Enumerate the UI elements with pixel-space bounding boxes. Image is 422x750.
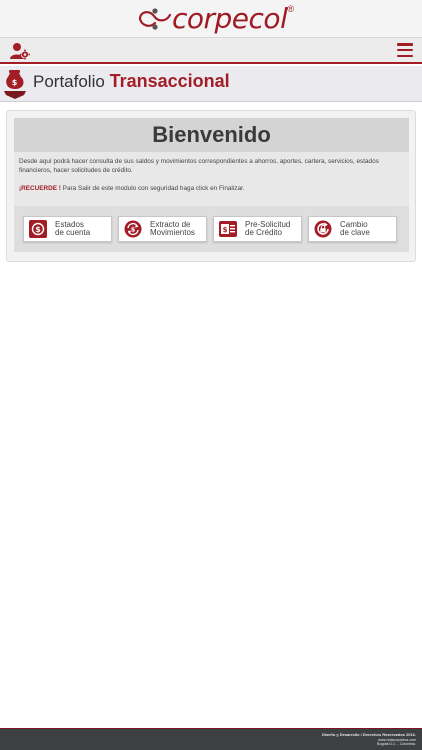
footer-credits: Diseño y Desarrollo / Derechos Reservado… [321, 732, 416, 747]
footer: Diseño y Desarrollo / Derechos Reservado… [0, 728, 422, 750]
estados-label: Estados de cuenta [55, 221, 90, 237]
button-label-line2: de Crédito [245, 228, 282, 237]
recuerde-text: Para Salir de este modulo con seguridad … [60, 185, 245, 192]
svg-text:$: $ [131, 226, 136, 234]
svg-text:$: $ [35, 225, 41, 234]
button-label-line2: Movimientos [150, 228, 195, 237]
svg-text:$: $ [223, 226, 228, 234]
extracto-label: Extracto de Movimientos [150, 221, 195, 237]
page-title: Portafolio Transaccional [33, 71, 230, 92]
registered-mark: ® [287, 4, 294, 14]
action-buttons-row: $ Estados de cuenta $ Extracto de Movimi… [14, 206, 409, 252]
lock-refresh-icon [314, 220, 332, 238]
welcome-header: Bienvenido [14, 118, 409, 152]
money-bag-icon: $ [4, 70, 26, 99]
recuerde-note: ¡RECUERDE ! Para Salir de este modulo co… [19, 184, 404, 193]
cambio-clave-button[interactable]: Cambio de clave [308, 216, 397, 242]
dollar-badge-icon: $ [29, 220, 47, 238]
pre-solicitud-label: Pre-Solicitud de Crédito [245, 221, 290, 237]
credit-card-icon: $ [219, 221, 237, 237]
corpecol-logo-icon [138, 8, 172, 30]
estados-de-cuenta-button[interactable]: $ Estados de cuenta [23, 216, 112, 242]
recuerde-label: ¡RECUERDE ! [19, 185, 61, 192]
corpecol-logo[interactable]: corpecol ® [136, 2, 294, 36]
cambio-clave-label: Cambio de clave [340, 221, 370, 237]
footer-line3: Bogotá D.C. - Colombia. [377, 742, 416, 747]
title-prefix: Portafolio [33, 72, 105, 91]
welcome-panel: Bienvenido Desde aquí podrá hacer consul… [6, 110, 416, 262]
page-title-bar: $ Portafolio Transaccional [0, 66, 422, 102]
logo-text: corpecol [172, 2, 288, 35]
welcome-description: Desde aquí podrá hacer consulta de sus s… [14, 152, 409, 206]
nav-bar [0, 38, 422, 64]
footer-line1: Diseño y Desarrollo / Derechos Reservado… [321, 732, 416, 737]
pre-solicitud-credito-button[interactable]: $ Pre-Solicitud de Crédito [213, 216, 302, 242]
dollar-refresh-icon: $ [124, 220, 142, 238]
button-label-line2: de clave [340, 228, 370, 237]
title-highlight: Transaccional [109, 71, 230, 91]
extracto-movimientos-button[interactable]: $ Extracto de Movimientos [118, 216, 207, 242]
svg-text:$: $ [12, 78, 18, 87]
user-settings-icon[interactable] [10, 42, 30, 60]
button-label-line2: de cuenta [55, 228, 91, 237]
description-text: Desde aquí podrá hacer consulta de sus s… [19, 158, 379, 174]
menu-icon[interactable] [397, 43, 413, 57]
welcome-title: Bienvenido [152, 122, 271, 147]
top-header: corpecol ® [0, 0, 422, 38]
